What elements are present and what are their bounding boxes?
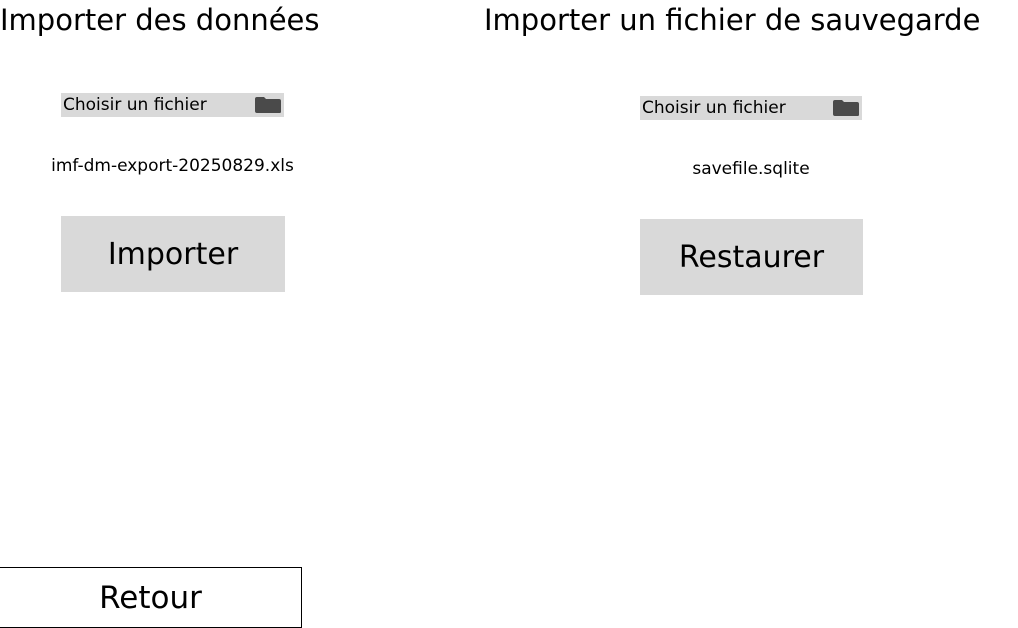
import-data-title: Importer des données <box>0 3 320 37</box>
folder-icon <box>255 97 281 113</box>
selected-backup-file-name: savefile.sqlite <box>692 159 810 179</box>
selected-data-file-name: imf-dm-export-20250829.xls <box>51 156 294 176</box>
data-file-picker-label: Choisir un fichier <box>63 95 207 115</box>
data-file-picker[interactable]: Choisir un fichier <box>61 93 284 117</box>
folder-icon <box>833 100 859 116</box>
import-button[interactable]: Importer <box>61 216 285 292</box>
back-button[interactable]: Retour <box>0 567 302 628</box>
import-backup-title: Importer un fichier de sauvegarde <box>484 3 981 37</box>
backup-file-picker[interactable]: Choisir un fichier <box>640 96 862 120</box>
restore-button[interactable]: Restaurer <box>640 219 863 295</box>
backup-file-picker-label: Choisir un fichier <box>642 98 786 118</box>
